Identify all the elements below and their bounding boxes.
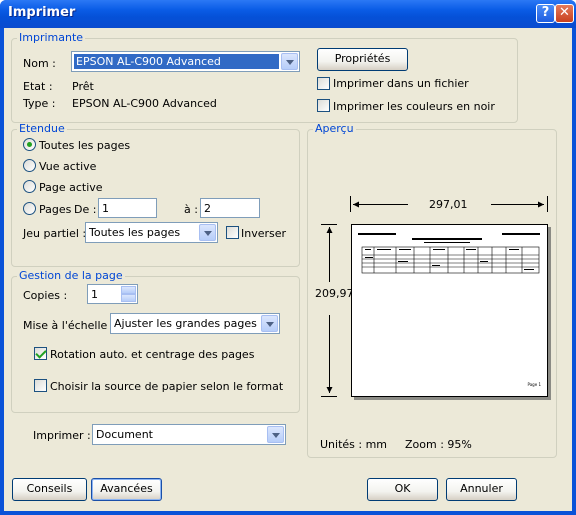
preview-group-label: Aperçu xyxy=(313,122,356,135)
all-pages-label[interactable]: Toutes les pages xyxy=(39,139,130,152)
chevron-down-icon[interactable] xyxy=(199,224,216,241)
copies-down-button[interactable] xyxy=(121,294,136,302)
copies-stepper[interactable]: 1 xyxy=(87,284,138,304)
subset-label: Jeu partiel : xyxy=(23,227,87,240)
pages-from-label: De : xyxy=(74,203,97,216)
pages-to-label: à : xyxy=(184,203,198,216)
page-preview-footer: Page 1 xyxy=(527,382,542,387)
printer-type-value: EPSON AL-C900 Advanced xyxy=(72,97,217,110)
chevron-down-icon[interactable] xyxy=(261,315,278,332)
preview-height-label: 209,97 xyxy=(315,287,354,300)
help-button[interactable]: ? xyxy=(536,4,555,23)
print-what-select[interactable]: Document xyxy=(92,424,286,445)
all-pages-radio[interactable] xyxy=(23,138,36,151)
title-bar[interactable]: Imprimer ? ✕ xyxy=(0,0,576,28)
window-title: Imprimer xyxy=(8,5,76,20)
pages-to-value: 2 xyxy=(204,202,211,215)
reverse-checkbox[interactable] xyxy=(226,226,239,239)
pages-to-input[interactable]: 2 xyxy=(200,198,260,218)
preview-width-label: 297,01 xyxy=(429,198,468,211)
auto-rotate-label[interactable]: Rotation auto. et centrage des pages xyxy=(50,348,254,361)
reverse-label[interactable]: Inverser xyxy=(241,227,286,240)
active-view-radio[interactable] xyxy=(23,159,36,172)
print-black-label[interactable]: Imprimer les couleurs en noir xyxy=(333,100,495,113)
printer-group-label: Imprimante xyxy=(17,31,86,44)
chevron-down-icon[interactable] xyxy=(281,53,298,70)
close-button[interactable]: ✕ xyxy=(555,4,574,23)
pages-from-input[interactable]: 1 xyxy=(98,198,157,218)
printer-status-label: Etat : xyxy=(23,80,53,93)
preview-units: Unités : mm xyxy=(320,438,388,451)
printer-type-label: Type : xyxy=(23,97,56,110)
copies-value: 1 xyxy=(91,288,98,301)
scale-value: Ajuster les grandes pages xyxy=(114,317,257,330)
page-preview-thumbnail: Page 1 xyxy=(351,224,548,397)
copies-up-button[interactable] xyxy=(121,286,136,294)
print-dialog-window: Imprimer ? ✕ Imprimante Nom : EPSON AL-C… xyxy=(0,0,576,515)
subset-select[interactable]: Toutes les pages xyxy=(85,222,218,243)
auto-rotate-checkbox[interactable] xyxy=(34,347,47,360)
subset-value: Toutes les pages xyxy=(89,226,181,239)
active-view-label[interactable]: Vue active xyxy=(39,160,96,173)
page-preview-content xyxy=(358,233,540,274)
print-black-checkbox[interactable] xyxy=(317,99,330,112)
printer-name-value: EPSON AL-C900 Advanced xyxy=(74,54,279,69)
pages-from-value: 1 xyxy=(102,202,109,215)
printer-status-value: Prêt xyxy=(72,80,94,93)
scale-select[interactable]: Ajuster les grandes pages xyxy=(110,313,280,334)
print-what-label: Imprimer : xyxy=(33,429,91,442)
properties-button[interactable]: Propriétés xyxy=(317,48,408,71)
printer-name-label: Nom : xyxy=(23,57,56,70)
pages-radio[interactable] xyxy=(23,202,36,215)
page-setup-group-label: Gestion de la page xyxy=(17,269,125,282)
preview-zoom: Zoom : 95% xyxy=(405,438,472,451)
print-what-value: Document xyxy=(96,428,153,441)
advanced-button[interactable]: Avancées xyxy=(91,478,162,501)
copies-label: Copies : xyxy=(23,289,68,302)
tips-button[interactable]: Conseils xyxy=(12,478,87,501)
paper-source-checkbox[interactable] xyxy=(34,379,47,392)
pages-label[interactable]: Pages xyxy=(39,203,71,216)
scale-label: Mise à l'échelle : xyxy=(23,319,115,332)
paper-source-label[interactable]: Choisir la source de papier selon le for… xyxy=(50,380,283,393)
active-page-radio[interactable] xyxy=(23,180,36,193)
chevron-down-icon[interactable] xyxy=(267,426,284,443)
range-group-label: Etendue xyxy=(17,122,67,135)
dialog-body: Imprimante Nom : EPSON AL-C900 Advanced … xyxy=(4,28,572,511)
print-to-file-checkbox[interactable] xyxy=(317,77,330,90)
printer-name-select[interactable]: EPSON AL-C900 Advanced xyxy=(71,51,300,72)
ok-button[interactable]: OK xyxy=(367,478,438,501)
active-page-label[interactable]: Page active xyxy=(39,181,103,194)
print-to-file-label[interactable]: Imprimer dans un fichier xyxy=(333,77,469,90)
cancel-button[interactable]: Annuler xyxy=(446,478,517,501)
